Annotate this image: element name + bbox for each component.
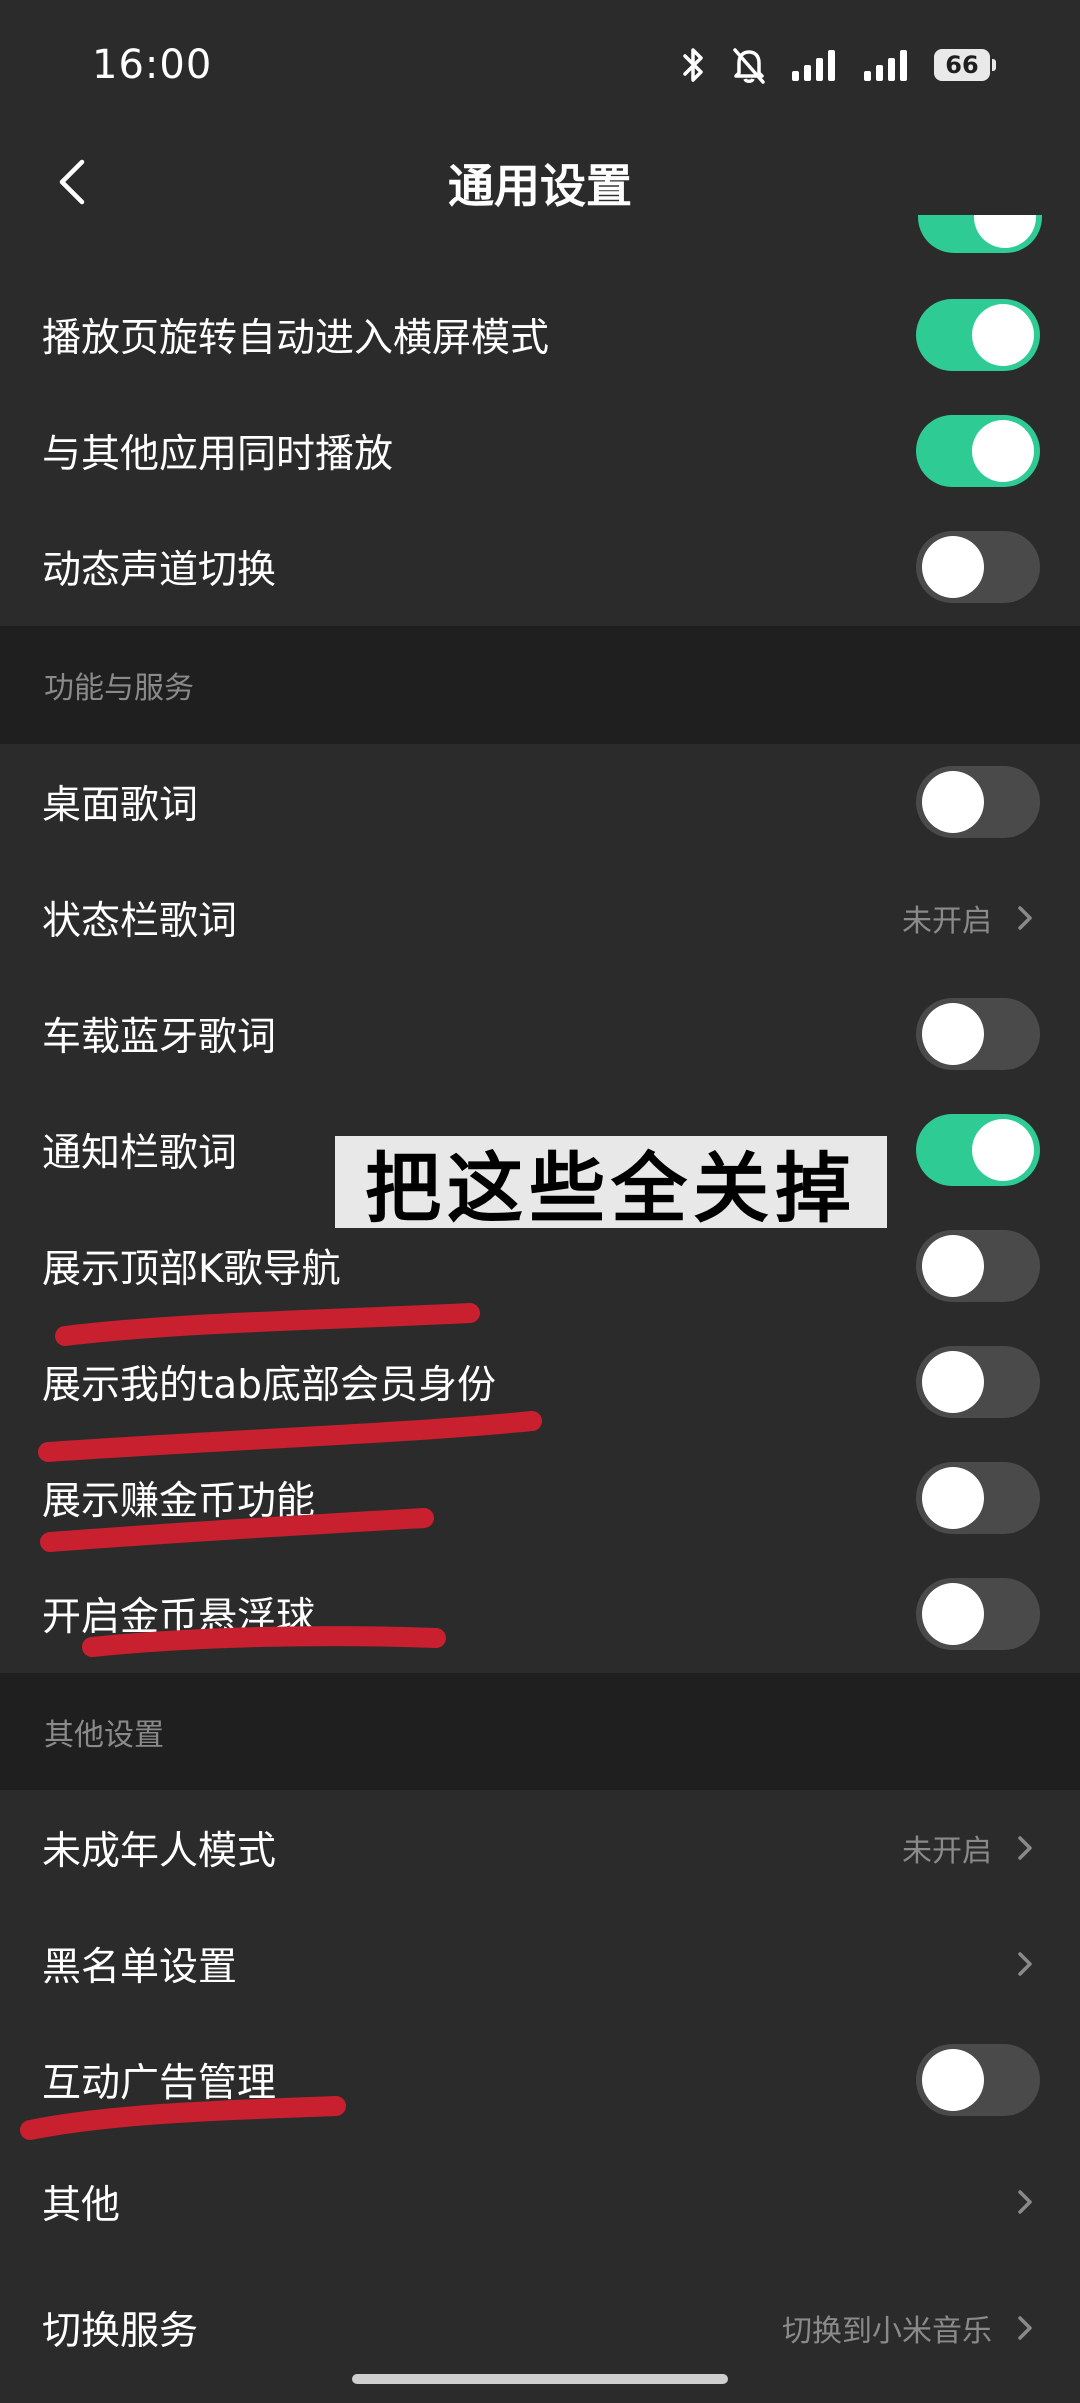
status-time: 16:00 — [92, 42, 213, 88]
row-label: 动态声道切换 — [42, 548, 277, 593]
row-value: 未开启 — [902, 1834, 992, 1869]
chevron-right-icon — [1018, 906, 1032, 930]
toggle-switch[interactable] — [916, 1578, 1040, 1650]
row-label: 开启金币悬浮球 — [42, 1595, 316, 1640]
chevron-right-icon — [1018, 1836, 1032, 1860]
toggle-knob — [922, 536, 984, 598]
toggle-switch[interactable] — [916, 766, 1040, 838]
row-label: 与其他应用同时播放 — [42, 432, 394, 477]
toggle-switch[interactable] — [916, 1114, 1040, 1186]
setting-row-minor-mode[interactable]: 未成年人模式 未开启 — [0, 1790, 1080, 1906]
row-label: 其他 — [42, 2183, 121, 2228]
toggle-switch[interactable] — [916, 998, 1040, 1070]
toggle-switch[interactable] — [916, 1346, 1040, 1418]
bluetooth-icon — [683, 48, 703, 82]
chevron-right-icon — [1018, 2316, 1032, 2340]
signal-icon — [792, 50, 835, 81]
setting-row-dynamic-channel[interactable]: 动态声道切换 — [0, 509, 1080, 625]
setting-row-statusbar-lyrics[interactable]: 状态栏歌词 未开启 — [0, 860, 1080, 976]
row-label: 通知栏歌词 — [42, 1131, 238, 1176]
setting-row-car-bluetooth-lyrics[interactable]: 车载蓝牙歌词 — [0, 976, 1080, 1092]
page-title: 通用设置 — [448, 158, 632, 213]
toggle-switch[interactable] — [916, 2044, 1040, 2116]
toggle-switch[interactable] — [916, 299, 1040, 371]
row-label: 状态栏歌词 — [42, 899, 238, 944]
toggle-switch[interactable] — [916, 415, 1040, 487]
row-label: 车载蓝牙歌词 — [42, 1015, 277, 1060]
setting-row-landscape[interactable]: 播放页旋转自动进入横屏模式 — [0, 277, 1080, 393]
setting-row-concurrent-play[interactable]: 与其他应用同时播放 — [0, 393, 1080, 509]
row-label: 展示我的tab底部会员身份 — [42, 1363, 496, 1408]
signal-icon — [864, 50, 907, 81]
setting-row-interactive-ads[interactable]: 互动广告管理 — [0, 2022, 1080, 2138]
toggle-knob — [922, 1351, 984, 1413]
section-header-features: 功能与服务 — [0, 626, 1080, 744]
row-label: 播放页旋转自动进入横屏模式 — [42, 316, 550, 361]
row-label: 桌面歌词 — [42, 783, 199, 828]
toggle-switch[interactable] — [916, 1462, 1040, 1534]
row-label: 未成年人模式 — [42, 1829, 277, 1874]
row-label: 展示顶部K歌导航 — [42, 1247, 341, 1292]
setting-row-switch-service[interactable]: 切换服务 切换到小米音乐 — [0, 2270, 1080, 2386]
toggle-knob — [922, 1467, 984, 1529]
partial-toggle[interactable] — [918, 215, 1042, 253]
home-indicator[interactable] — [352, 2374, 728, 2384]
row-value-group: 未开启 — [902, 1826, 1040, 1870]
row-label: 黑名单设置 — [42, 1945, 238, 1990]
toggle-knob — [972, 420, 1034, 482]
setting-row-member-identity[interactable]: 展示我的tab底部会员身份 — [0, 1324, 1080, 1440]
setting-row-desktop-lyrics[interactable]: 桌面歌词 — [0, 744, 1080, 860]
row-value-group: 切换到小米音乐 — [782, 2306, 1040, 2350]
toggle-switch[interactable] — [916, 1230, 1040, 1302]
toggle-knob — [922, 2049, 984, 2111]
setting-row-earn-coins[interactable]: 展示赚金币功能 — [0, 1440, 1080, 1556]
setting-row-other[interactable]: 其他 — [0, 2144, 1080, 2260]
row-value: 切换到小米音乐 — [782, 2314, 992, 2349]
status-bar: 16:00 66 — [0, 0, 1080, 130]
battery-icon: 66 — [934, 49, 996, 81]
annotation-banner: 把这些全关掉 — [335, 1136, 887, 1233]
row-label: 互动广告管理 — [42, 2061, 277, 2106]
row-label: 展示赚金币功能 — [42, 1479, 316, 1524]
chevron-right-icon — [1018, 1952, 1032, 1976]
toggle-knob — [972, 304, 1034, 366]
toggle-knob — [922, 771, 984, 833]
toggle-knob — [922, 1003, 984, 1065]
status-icons: 66 — [678, 45, 996, 85]
section-header-other: 其他设置 — [0, 1673, 1080, 1790]
chevron-right-icon — [1018, 2190, 1032, 2214]
mute-bell-icon — [733, 48, 765, 84]
toggle-knob — [972, 1119, 1034, 1181]
row-label: 切换服务 — [42, 2309, 199, 2354]
back-chevron-icon[interactable] — [44, 152, 104, 212]
setting-row-coin-float-ball[interactable]: 开启金币悬浮球 — [0, 1556, 1080, 1672]
row-value: 未开启 — [902, 904, 992, 939]
setting-row-blacklist[interactable]: 黑名单设置 — [0, 1906, 1080, 2022]
toggle-knob — [922, 1583, 984, 1645]
toggle-switch[interactable] — [916, 531, 1040, 603]
toggle-knob — [922, 1235, 984, 1297]
row-value-group: 未开启 — [902, 896, 1040, 940]
